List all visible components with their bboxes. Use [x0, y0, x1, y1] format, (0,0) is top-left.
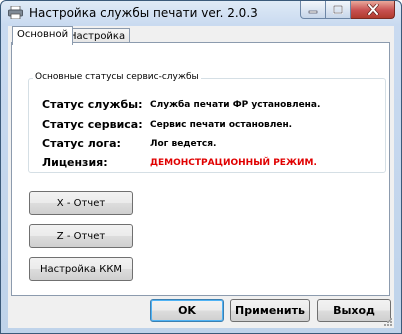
- minimize-icon: [308, 10, 318, 13]
- license-value: ДЕМОНСТРАЦИОННЫЙ РЕЖИМ.: [150, 158, 317, 168]
- log-status-label: Статус лога:: [42, 137, 121, 150]
- maximize-icon: [333, 5, 343, 14]
- ok-button[interactable]: OK: [150, 299, 224, 322]
- minimize-button[interactable]: [300, 1, 326, 19]
- kkm-settings-button[interactable]: Настройка ККМ: [29, 257, 133, 281]
- resize-grip-icon[interactable]: [382, 316, 392, 326]
- x-report-button[interactable]: X - Отчет: [29, 191, 133, 215]
- service-status-value: Служба печати ФР установлена.: [150, 100, 321, 110]
- caption-buttons: [300, 1, 395, 20]
- title-bar[interactable]: Настройка службы печати ver. 2.0.3: [1, 1, 401, 25]
- close-icon: [366, 4, 379, 15]
- service-status-label: Статус службы:: [42, 98, 143, 111]
- client-area: Основной Настройка Основные статусы серв…: [8, 26, 394, 328]
- log-status-value: Лог ведется.: [150, 139, 217, 149]
- exit-button[interactable]: Выход: [317, 299, 391, 322]
- status-group-title: Основные статусы сервис-службы: [33, 72, 201, 82]
- maximize-button[interactable]: [326, 1, 351, 19]
- license-label: Лицензия:: [42, 156, 108, 169]
- main-window: Настройка службы печати ver. 2.0.3 Основ…: [0, 0, 402, 334]
- tab-main[interactable]: Основной: [12, 26, 74, 45]
- close-button[interactable]: [351, 1, 395, 19]
- printer-icon: [8, 6, 23, 19]
- z-report-button[interactable]: Z - Отчет: [29, 224, 133, 248]
- daemon-status-value: Сервис печати остановлен.: [150, 120, 293, 130]
- daemon-status-label: Статус сервиса:: [42, 118, 143, 131]
- tab-panel-main: Основные статусы сервис-службы Статус сл…: [11, 42, 390, 296]
- window-title: Настройка службы печати ver. 2.0.3: [29, 6, 258, 20]
- apply-button[interactable]: Применить: [230, 299, 310, 322]
